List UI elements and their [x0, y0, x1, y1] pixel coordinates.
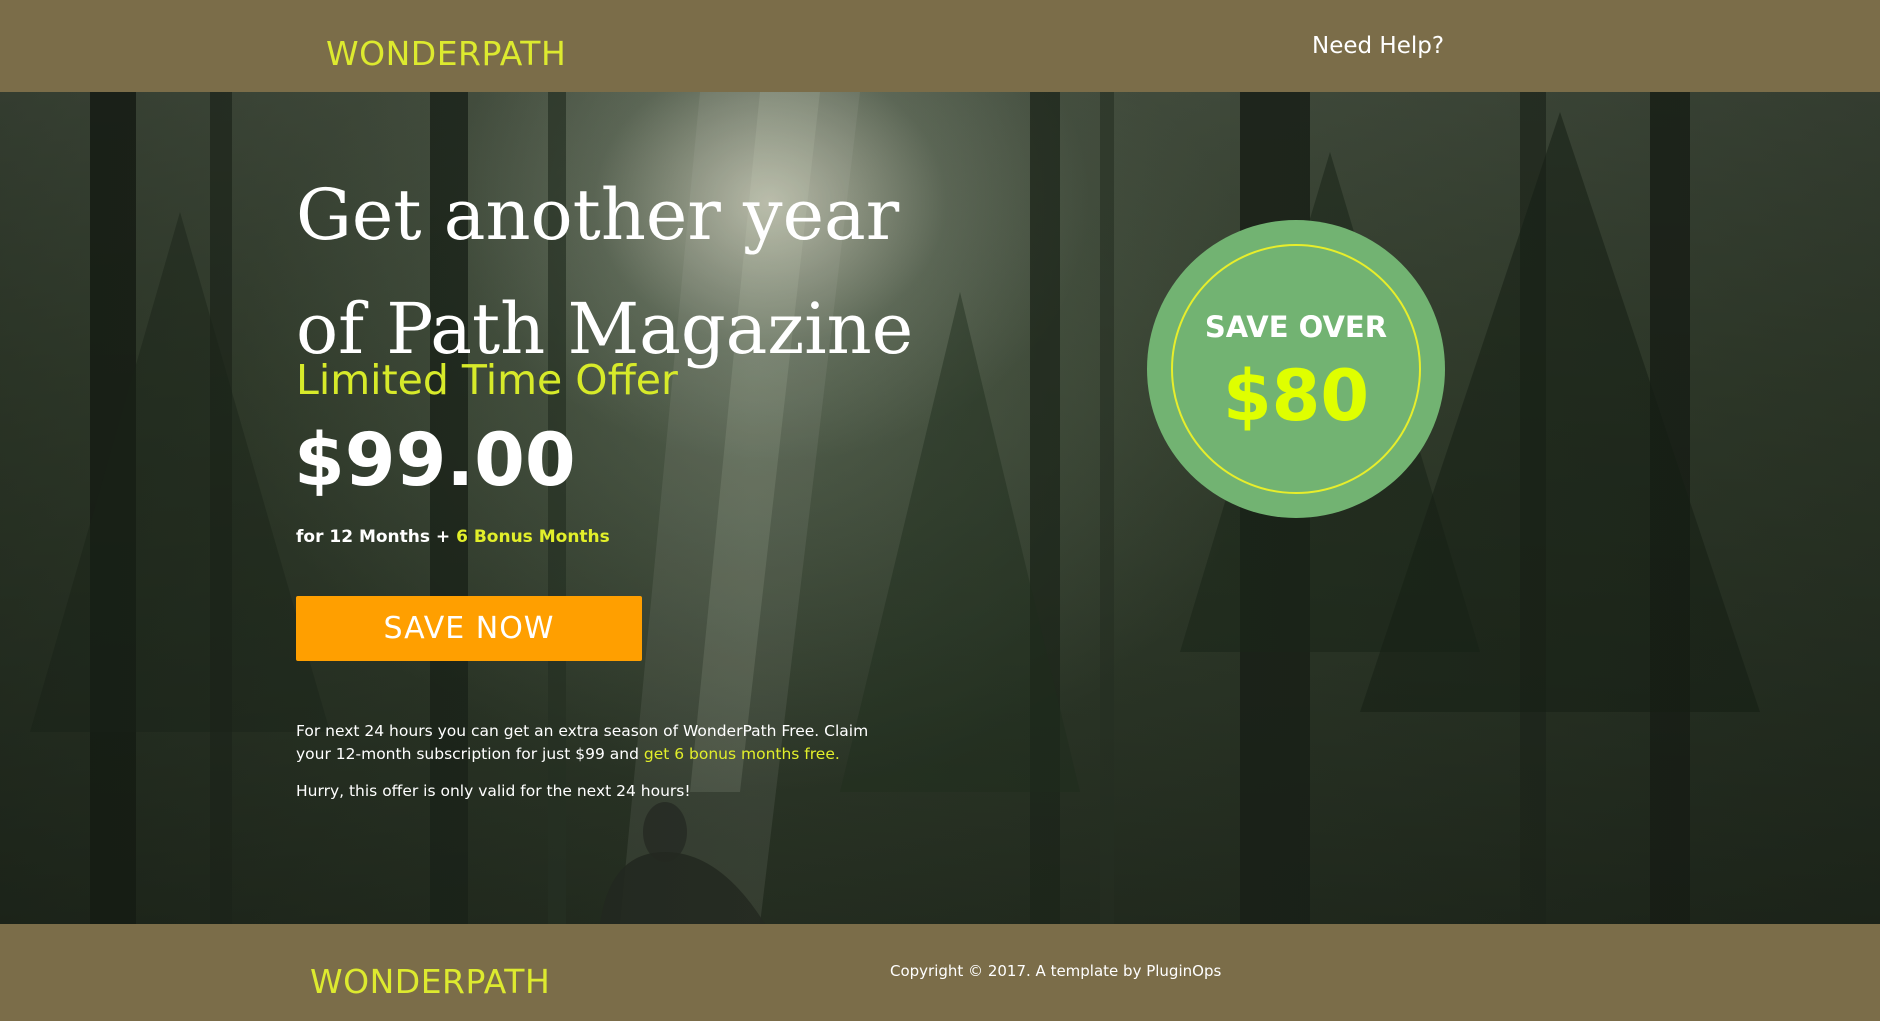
copyright-text: Copyright © 2017. A template by PluginOp… — [890, 962, 1222, 980]
terms-bonus: 6 Bonus Months — [456, 527, 610, 547]
badge-label: SAVE OVER — [1204, 310, 1388, 344]
landing-page: WONDERPATH Need Help? Get another year o… — [0, 0, 1880, 1021]
description-highlight: get 6 bonus months free. — [643, 745, 840, 763]
need-help-link[interactable]: Need Help? — [1312, 33, 1444, 59]
offer-subhead: Limited Time Offer — [296, 356, 678, 404]
savings-badge: SAVE OVER $80 — [1147, 220, 1445, 518]
offer-price: $99.00 — [294, 418, 576, 503]
hero-overlay — [0, 92, 1880, 924]
hero-section: Get another year of Path Magazine Limite… — [0, 92, 1880, 924]
terms-prefix: for 12 Months + — [296, 527, 457, 547]
site-header: WONDERPATH Need Help? — [0, 0, 1880, 92]
urgency-text: Hurry, this offer is only valid for the … — [296, 782, 691, 800]
description-paragraph: For next 24 hours you can get an extra s… — [296, 720, 876, 766]
save-now-button[interactable]: SAVE NOW — [296, 596, 642, 661]
hero-headline: Get another year of Path Magazine — [296, 174, 914, 370]
header-logo[interactable]: WONDERPATH — [326, 34, 566, 73]
site-footer: WONDERPATH Copyright © 2017. A template … — [0, 924, 1880, 1021]
footer-logo: WONDERPATH — [310, 962, 551, 1001]
offer-terms: for 12 Months + 6 Bonus Months — [296, 527, 610, 547]
offer-description: For next 24 hours you can get an extra s… — [296, 720, 876, 817]
badge-amount: $80 — [1222, 355, 1370, 437]
